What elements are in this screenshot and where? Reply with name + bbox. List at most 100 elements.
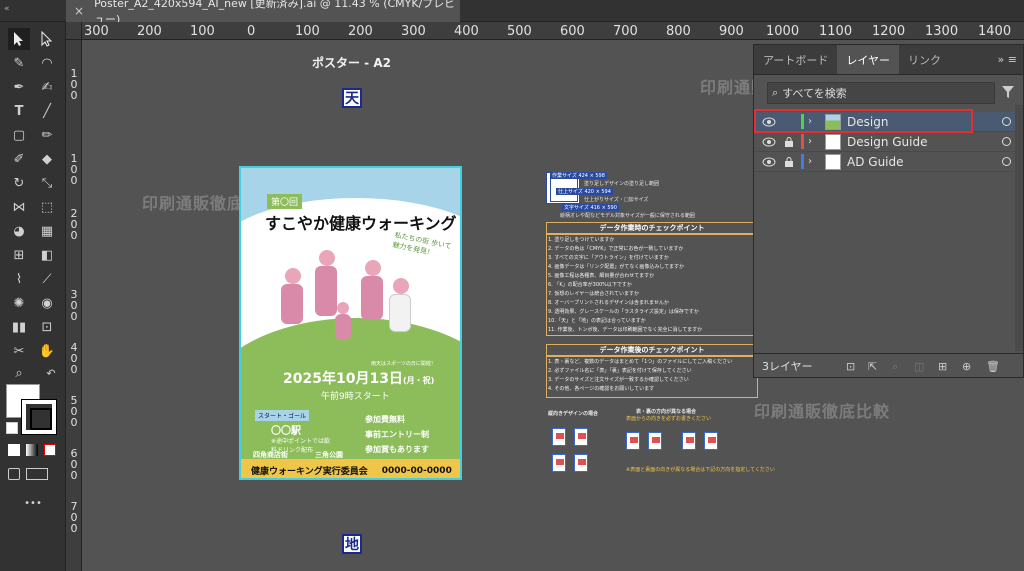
design-guide[interactable]: 作業サイズ 424 × 598 塗り足しデザインの塗り足し範囲 仕上サイズ 42… [544,170,775,500]
horizontal-ruler[interactable]: 300 200 100 0 100 200 300 400 500 600 70… [82,22,1024,40]
poster-footer: 健康ウォーキング実行委員会 0000-00-0000 [241,459,460,478]
layer-target-icon[interactable] [1002,117,1011,126]
tools-panel: ✎ ◠ ✒ ✍ T ╱ ▢ ✏ ✐ ◆ ↻ ⤡ ⋈ ⬚ ◕ ▦ ⊞ ◧ ⌇ ⟋ … [0,22,66,571]
mesh-tool-icon[interactable]: ⊞ [8,244,30,266]
eraser-tool-icon[interactable]: ◆ [36,148,58,170]
slice-tool-icon[interactable]: ✂ [8,340,30,362]
locate-object-icon[interactable]: ⌕ [892,360,904,373]
free-transform-tool-icon[interactable]: ⬚ [36,196,58,218]
lock-icon[interactable] [784,136,794,147]
ruler-label: 0 [70,469,78,482]
ruler-origin[interactable] [66,22,82,40]
ruler-label: 400 [454,24,479,39]
stroke-color-swatch[interactable] [21,399,57,435]
scale-tool-icon[interactable]: ⤡ [36,172,58,194]
width-tool-icon[interactable]: ⋈ [8,196,30,218]
curvature-tool-icon[interactable]: ✍ [36,76,58,98]
expand-chevron-icon[interactable]: › [808,136,812,147]
magic-wand-tool-icon[interactable]: ✎ [8,52,30,74]
panel-scrollbar[interactable] [1015,105,1023,351]
selection-tool-icon[interactable] [8,28,30,50]
guide-same-direction: 縦向きデザインの場合 [548,411,599,417]
layer-target-icon[interactable] [1002,157,1011,166]
watermark: 印刷通販徹底比較 [754,402,891,421]
poster-date: 2025年10月13日(月・祝) [283,368,434,388]
close-tab-icon[interactable]: × [74,4,84,18]
document-tab[interactable]: × Poster_A2_420x594_AI_new [更新済み].ai @ 1… [66,0,460,26]
poster-station: 〇〇駅 [271,426,301,437]
none-mode-icon[interactable] [44,444,56,456]
walker-body [281,284,303,324]
tab-layers[interactable]: レイヤー [837,45,900,74]
visibility-eye-icon[interactable] [762,137,776,147]
swap-colors-icon[interactable]: ↶ [40,362,62,384]
blend-tool-icon[interactable]: ⟋ [36,268,58,290]
tab-artboards[interactable]: アートボード [754,45,837,74]
eyedropper-tool-icon[interactable]: ⌇ [8,268,30,290]
hand-tool-icon[interactable]: ✋ [36,340,58,362]
paintbrush-tool-icon[interactable]: ✏ [36,124,58,146]
pen-tool-icon[interactable]: ✒ [8,76,30,98]
layer-row-ad-guide[interactable]: › AD Guide [754,152,1023,172]
rotate-tool-icon[interactable]: ↻ [8,172,30,194]
ruler-label: 700 [613,24,638,39]
clipping-mask-icon[interactable]: ◫ [914,360,926,373]
zoom-tool-icon[interactable]: ⌕ [8,362,30,384]
artboard-tool-icon[interactable]: ⊡ [36,316,58,338]
rectangle-tool-icon[interactable]: ▢ [8,124,30,146]
gradient-mode-icon[interactable] [26,444,38,456]
perspective-grid-tool-icon[interactable]: ▦ [36,220,58,242]
graph-tool-icon[interactable]: ▮▮ [8,316,30,338]
ruler-label: 0 [70,89,78,102]
lock-icon[interactable] [784,156,794,167]
new-layer-icon[interactable]: ⊕ [962,360,974,373]
shape-builder-tool-icon[interactable]: ◕ [8,220,30,242]
ruler-label: 0 [70,229,78,242]
expand-chevron-icon[interactable]: › [808,156,812,167]
direct-selection-tool-icon[interactable] [36,28,58,50]
new-sublayer-icon[interactable]: ⊞ [938,360,950,373]
lasso-tool-icon[interactable]: ◠ [36,52,58,74]
tab-links[interactable]: リンク [899,45,950,74]
guide-after-box [546,356,758,398]
color-mode-icon[interactable] [8,444,20,456]
ruler-label: 200 [348,24,373,39]
panel-menu-icon[interactable]: » ≡ [998,53,1017,66]
filter-icon[interactable] [1001,85,1015,99]
draw-normal-icon[interactable] [8,468,20,480]
guide-sheet [574,428,588,446]
layer-name[interactable]: AD Guide [847,155,904,169]
guide-diff-note: 表面からの向きを必ずお書きください [626,416,712,422]
screen-mode-icon[interactable] [26,468,48,480]
symbol-sprayer-tool-icon[interactable]: ✺ [8,292,30,314]
default-colors-icon[interactable] [6,422,18,434]
guide-size-label: 文字サイズ 416 × 590 [562,204,619,211]
export-asset-icon[interactable]: ⇱ [868,360,880,373]
collect-export-icon[interactable]: ⊡ [846,360,858,373]
poster-phone: 0000-00-0000 [381,465,452,476]
gradient-tool-icon[interactable]: ◧ [36,244,58,266]
perk-item: 事前エントリー制 [365,430,429,439]
line-tool-icon[interactable]: ╱ [36,100,58,122]
layer-color-bar [801,134,804,149]
layer-count: 3レイヤー [762,359,813,373]
ruler-label: 200 [137,24,162,39]
layer-row-design-guide[interactable]: › Design Guide [754,132,1023,152]
collapse-toolbar-icon[interactable]: « [4,4,10,14]
type-tool-icon[interactable]: T [8,100,30,122]
delete-layer-icon[interactable]: 🗑 [986,360,1000,373]
guide-size-label: 仕上サイズ 420 × 594 [556,188,613,195]
vertical-ruler[interactable]: 1 0 0 1 0 0 2 0 0 3 0 0 4 0 0 5 0 0 6 0 … [66,40,82,571]
live-paint-tool-icon[interactable]: ◉ [36,292,58,314]
poster-rain-note: 雨天はスポーツの日に開催！ [371,361,436,367]
ruler-label: 100 [295,24,320,39]
shaper-tool-icon[interactable]: ✐ [8,148,30,170]
poster-artwork[interactable]: 第〇回 すこやか健康ウォーキング 私たちの街 歩いて魅力を発見！ 雨天はスポーツ… [239,166,462,480]
layer-search-input[interactable]: ⌕ すべてを検索 [767,82,995,104]
visibility-eye-icon[interactable] [762,157,776,167]
more-tools-icon[interactable]: ••• [22,492,44,514]
layer-thumbnail [825,133,841,150]
layer-target-icon[interactable] [1002,137,1011,146]
walker-body [389,294,411,332]
layer-name[interactable]: Design Guide [847,135,927,149]
